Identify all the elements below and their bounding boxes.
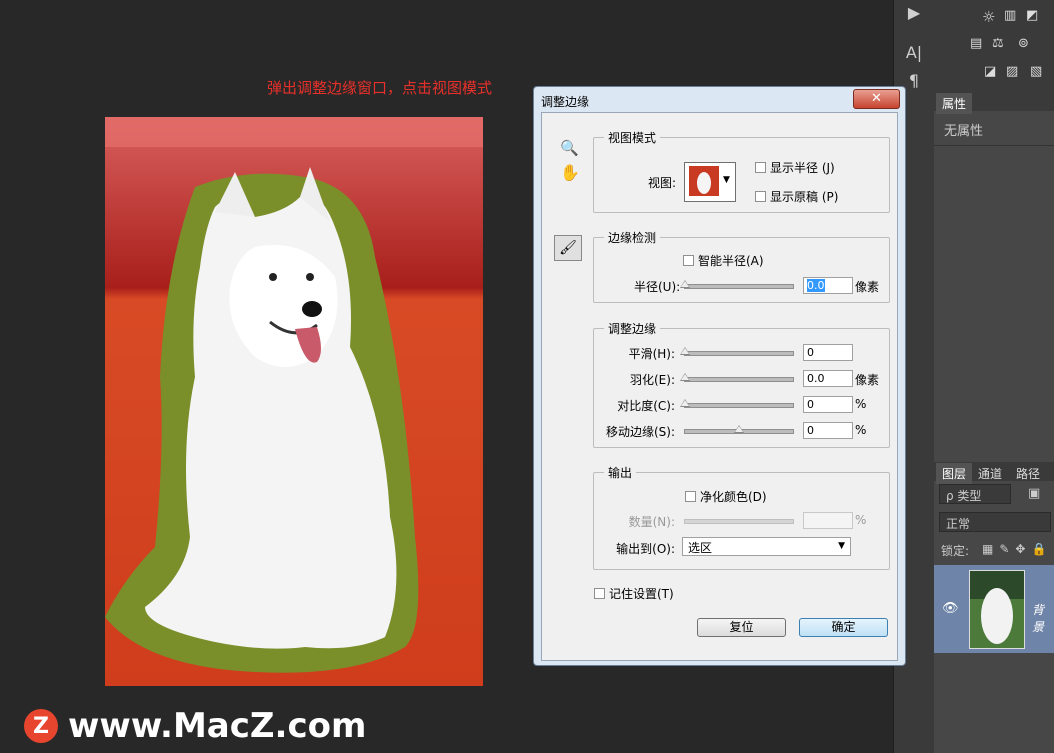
edge-detection-group: 边缘检测 智能半径(A) 半径(U): 0.0 像素 xyxy=(593,229,890,303)
dialog-body: 🔍 ✋ 🖌 视图模式 视图: ▼ 显示半径 (J) 显示原稿 (P) 边缘检测 … xyxy=(541,112,898,661)
tab-layers[interactable]: 图层 xyxy=(936,463,973,484)
output-to-select[interactable]: 选区 ▼ xyxy=(682,537,851,556)
amount-label: 数量(N): xyxy=(628,515,675,529)
image-filter-icon[interactable]: ▣ xyxy=(1028,486,1040,501)
tab-channels[interactable]: 通道 xyxy=(972,463,1008,484)
chevron-down-icon: ▼ xyxy=(723,175,730,185)
threshold-icon[interactable]: ▨ xyxy=(1006,64,1018,79)
smart-radius-checkbox[interactable] xyxy=(683,255,694,266)
right-panel-dock: ☼ ▥ ◩ ▤ ⚖ ⊚ ◪ ▨ ▧ 属性 无属性 图层 通道 路径 ρ 类型 ▣… xyxy=(934,0,1054,753)
smooth-input[interactable]: 0 xyxy=(803,344,853,361)
feather-slider[interactable] xyxy=(680,373,794,382)
radius-slider-thumb[interactable] xyxy=(680,280,690,288)
layers-tabbar: 图层 通道 路径 xyxy=(934,462,1054,484)
adjust-edge-title: 调整边缘 xyxy=(604,320,661,337)
layer-row-background[interactable]: 👁 背景 xyxy=(934,565,1054,653)
gradient-map-icon[interactable]: ▧ xyxy=(1030,64,1042,79)
amount-slider xyxy=(684,519,794,524)
contrast-slider-thumb[interactable] xyxy=(680,399,690,407)
view-mode-title: 视图模式 xyxy=(604,129,661,146)
output-to-value: 选区 xyxy=(688,541,713,555)
view-label: 视图: xyxy=(648,176,677,190)
feather-input[interactable]: 0.0 xyxy=(803,370,853,387)
visibility-eye-icon[interactable]: 👁 xyxy=(942,601,959,616)
properties-tabbar: 属性 xyxy=(934,93,1054,114)
radius-unit: 像素 xyxy=(855,280,880,294)
contrast-slider[interactable] xyxy=(680,399,794,408)
zoom-tool-icon[interactable]: 🔍 xyxy=(560,139,579,157)
refine-edge-dialog: 调整边缘 ✕ 🔍 ✋ 🖌 视图模式 视图: ▼ 显示半径 (J) 显示原稿 (P… xyxy=(533,86,906,666)
feather-slider-thumb[interactable] xyxy=(680,373,690,381)
amount-unit: % xyxy=(855,513,867,527)
shift-edge-unit: % xyxy=(855,423,867,437)
show-radius-label: 显示半径 (J) xyxy=(770,161,835,175)
smooth-slider[interactable] xyxy=(680,347,794,356)
shift-edge-input[interactable]: 0 xyxy=(803,422,853,439)
smooth-label: 平滑(H): xyxy=(628,347,675,361)
brightness-icon[interactable]: ☼ xyxy=(982,8,995,26)
refine-radius-tool-icon[interactable]: 🖌 xyxy=(554,235,582,261)
character-panel-icon[interactable]: A| xyxy=(902,42,926,64)
smart-radius-label: 智能半径(A) xyxy=(698,254,764,268)
smooth-slider-thumb[interactable] xyxy=(680,347,690,355)
decontaminate-label: 净化颜色(D) xyxy=(700,490,767,504)
amount-input xyxy=(803,512,853,529)
adjustments-panel: ☼ ▥ ◩ ▤ ⚖ ⊚ ◪ ▨ ▧ xyxy=(934,0,1054,93)
remember-settings-checkbox[interactable] xyxy=(594,588,605,599)
dog-photo-canvas[interactable] xyxy=(105,117,483,686)
tab-paths[interactable]: 路径 xyxy=(1010,463,1046,484)
shift-edge-slider[interactable] xyxy=(684,425,794,434)
ok-button[interactable]: 确定 xyxy=(799,618,888,637)
close-button[interactable]: ✕ xyxy=(853,89,900,109)
decontaminate-checkbox[interactable] xyxy=(685,491,696,502)
view-mode-group: 视图模式 视图: ▼ 显示半径 (J) 显示原稿 (P) xyxy=(593,129,890,213)
feather-unit: 像素 xyxy=(855,373,880,387)
adjust-edge-group: 调整边缘 平滑(H): 0 羽化(E): 0.0 像素 对比度(C): 0 % … xyxy=(593,320,890,448)
radius-slider[interactable] xyxy=(680,280,794,289)
layer-name[interactable]: 背景 xyxy=(1032,601,1054,635)
radius-input[interactable]: 0.0 xyxy=(803,277,853,294)
watermark-text: www.MacZ.com xyxy=(68,706,367,746)
view-mode-dropdown[interactable]: ▼ xyxy=(684,162,736,202)
lock-label: 锁定: xyxy=(941,544,970,558)
color-balance-icon[interactable]: ▤ xyxy=(970,36,982,51)
watermark-logo-icon: Z xyxy=(24,709,58,743)
view-thumbnail xyxy=(689,166,719,196)
radius-value: 0.0 xyxy=(807,279,825,292)
show-original-checkbox[interactable] xyxy=(755,191,766,202)
properties-empty-text: 无属性 xyxy=(944,124,984,139)
output-to-label: 输出到(O): xyxy=(616,542,675,556)
watermark: Z www.MacZ.com xyxy=(24,706,366,746)
hand-tool-icon[interactable]: ✋ xyxy=(560,163,580,182)
show-radius-checkbox[interactable] xyxy=(755,162,766,173)
black-white-icon[interactable]: ⚖ xyxy=(992,36,1004,51)
contrast-input[interactable]: 0 xyxy=(803,396,853,413)
play-icon[interactable]: ▶ xyxy=(902,2,926,24)
feather-label: 羽化(E): xyxy=(630,373,675,387)
contrast-unit: % xyxy=(855,397,867,411)
tab-properties[interactable]: 属性 xyxy=(936,93,973,114)
curves-icon[interactable]: ◩ xyxy=(1026,8,1038,23)
contrast-label: 对比度(C): xyxy=(617,399,675,413)
output-title: 输出 xyxy=(604,464,637,481)
edge-detection-title: 边缘检测 xyxy=(604,229,661,246)
output-group: 输出 净化颜色(D) 数量(N): % 输出到(O): 选区 ▼ xyxy=(593,464,890,570)
levels-icon[interactable]: ▥ xyxy=(1004,8,1016,23)
divider xyxy=(934,145,1054,146)
chevron-down-icon: ▼ xyxy=(838,541,845,551)
invert-icon[interactable]: ◪ xyxy=(984,64,996,79)
annotation-text: 弹出调整边缘窗口，点击视图模式 xyxy=(267,79,493,97)
layer-thumbnail xyxy=(969,570,1025,649)
reset-button[interactable]: 复位 xyxy=(697,618,786,637)
show-original-label: 显示原稿 (P) xyxy=(770,190,839,204)
lock-icons[interactable]: ▦✎✥🔒 xyxy=(982,542,1052,556)
remember-settings-label: 记住设置(T) xyxy=(609,587,674,601)
shift-edge-slider-thumb[interactable] xyxy=(734,425,744,433)
layer-filter-select[interactable]: ρ 类型 xyxy=(939,484,1011,504)
shift-edge-label: 移动边缘(S): xyxy=(605,425,675,439)
dialog-title: 调整边缘 xyxy=(541,95,590,109)
blend-mode-select[interactable]: 正常 xyxy=(939,512,1051,532)
channel-mixer-icon[interactable]: ⊚ xyxy=(1018,36,1029,51)
radius-label: 半径(U): xyxy=(634,280,681,294)
